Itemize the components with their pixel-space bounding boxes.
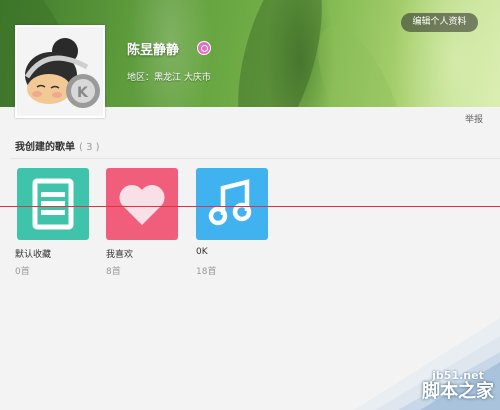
avatar-image: K xyxy=(17,27,103,116)
playlist-name[interactable]: 0K xyxy=(196,247,208,257)
edit-profile-button[interactable]: 编辑个人资料 xyxy=(401,13,478,32)
playlist-song-count: 0首 xyxy=(15,267,30,277)
playlist-song-count: 8首 xyxy=(106,267,121,277)
watermark-text: 脚本之家 xyxy=(422,381,494,402)
music-note-icon xyxy=(208,179,252,226)
svg-text:K: K xyxy=(77,85,89,101)
playlists-title: 我创建的歌单 xyxy=(15,142,75,153)
list-icon xyxy=(32,178,74,230)
playlist-song-count: 18首 xyxy=(196,267,217,277)
female-icon xyxy=(197,41,211,55)
region-value: 黑龙江 大庆市 xyxy=(154,73,211,83)
red-guide-line xyxy=(0,206,500,207)
playlist-cover-ok[interactable] xyxy=(196,168,268,240)
region-label: 地区： xyxy=(127,73,155,83)
report-link[interactable]: 举报 xyxy=(465,112,483,125)
playlists-count: ( 3 ) xyxy=(79,142,100,153)
playlist-cover-default[interactable] xyxy=(17,168,89,240)
playlist-cover-liked[interactable] xyxy=(106,168,178,240)
playlists-section-title: 我创建的歌单 ( 3 ) xyxy=(15,138,100,153)
divider xyxy=(10,158,500,159)
playlist-name[interactable]: 默认收藏 xyxy=(15,247,51,260)
watermark: jb51.net 脚本之家 xyxy=(416,369,500,402)
heart-icon xyxy=(119,185,165,225)
playlist-name[interactable]: 我喜欢 xyxy=(106,247,133,260)
avatar[interactable]: K xyxy=(15,25,105,118)
region: 地区：黑龙江 大庆市 xyxy=(127,70,211,83)
username: 陈昱静静 xyxy=(127,43,180,58)
